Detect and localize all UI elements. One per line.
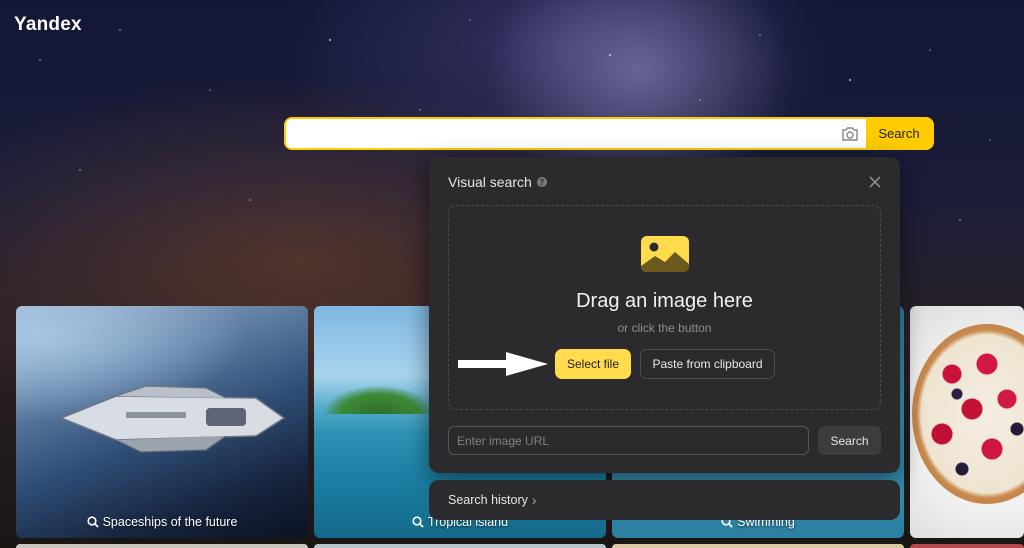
select-file-button[interactable]: Select file [555, 349, 631, 379]
island-image [324, 386, 434, 414]
dialog-title: Visual search ? [448, 174, 547, 190]
visual-search-dialog: Visual search ? Drag an image here or cl… [429, 157, 900, 473]
image-card-row2[interactable] [910, 544, 1024, 548]
berry-tart-image [912, 324, 1024, 504]
card-label: Spaceships of the future [16, 515, 308, 529]
image-card-berry-tart[interactable] [910, 306, 1024, 538]
search-icon [86, 516, 99, 528]
search-history-label: Search history [448, 493, 528, 507]
camera-icon [842, 126, 858, 141]
image-card-row2[interactable] [612, 544, 904, 548]
camera-search-button[interactable] [834, 119, 866, 148]
image-icon [641, 236, 689, 272]
image-drop-zone[interactable]: Drag an image here or click the button S… [448, 205, 881, 410]
paste-from-clipboard-button[interactable]: Paste from clipboard [640, 349, 775, 379]
chevron-right-icon: › [531, 492, 537, 508]
drag-subtitle: or click the button [617, 321, 712, 335]
image-url-input[interactable] [448, 426, 809, 455]
info-icon[interactable]: ? [536, 177, 547, 187]
search-button[interactable]: Search [866, 119, 932, 148]
image-card-row2[interactable] [16, 544, 308, 548]
card-label-text: Spaceships of the future [102, 515, 238, 529]
dialog-title-text: Visual search [448, 174, 532, 190]
arrow-right-icon [458, 352, 548, 376]
yandex-logo[interactable]: Yandex [14, 14, 82, 36]
close-icon[interactable] [868, 175, 882, 189]
search-history-button[interactable]: Search history › [429, 480, 900, 520]
drag-title: Drag an image here [576, 290, 753, 312]
image-card-row2[interactable] [314, 544, 606, 548]
url-search-button[interactable]: Search [818, 426, 881, 455]
search-icon [412, 516, 424, 528]
image-card-spaceships[interactable]: Spaceships of the future [16, 306, 308, 538]
spaceship-image [58, 385, 286, 453]
search-bar: Search [284, 117, 934, 150]
search-input[interactable] [286, 119, 834, 148]
